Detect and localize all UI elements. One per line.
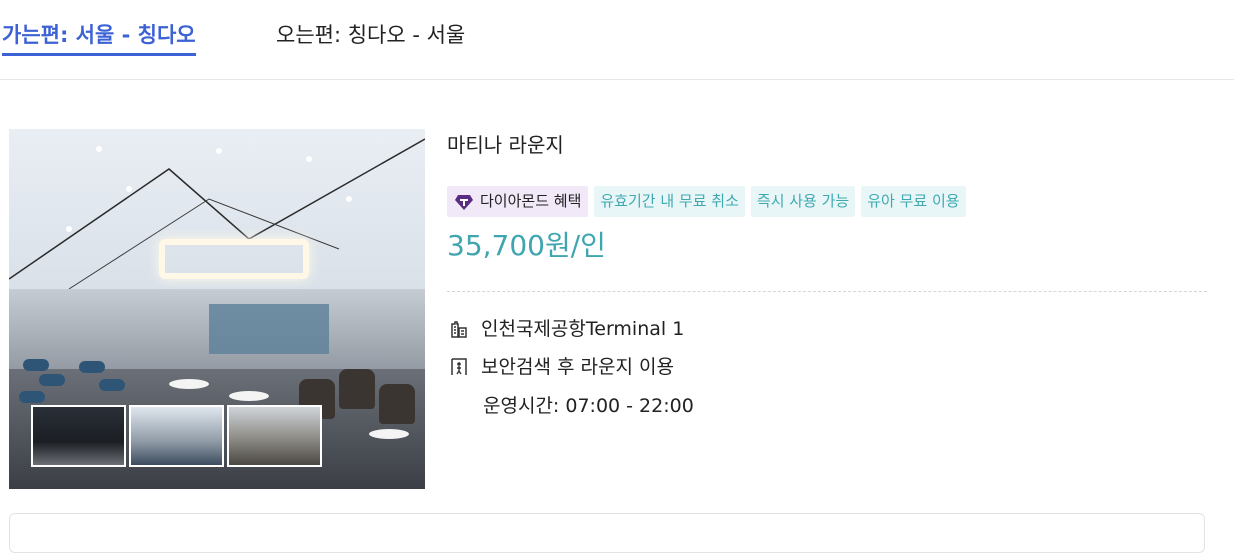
photo-ceiling-light — [159, 239, 309, 279]
lounge-photo[interactable] — [9, 129, 425, 489]
location-row: 인천국제공항Terminal 1 — [449, 316, 684, 342]
tag-instant-use: 즉시 사용 가능 — [750, 186, 856, 217]
divider — [447, 291, 1207, 292]
benefit-tags: 다이아몬드 혜택 유효기간 내 무료 취소 즉시 사용 가능 유아 무료 이용 — [447, 186, 966, 217]
tag-infant-free: 유아 무료 이용 — [861, 186, 966, 217]
hours-row: 운영시간: 07:00 - 22:00 — [483, 393, 694, 419]
access-text: 보안검색 후 라운지 이용 — [481, 356, 674, 378]
tag-label: 다이아몬드 혜택 — [480, 192, 582, 210]
security-gate-icon — [451, 358, 467, 375]
tag-free-cancel: 유효기간 내 무료 취소 — [594, 186, 745, 217]
photo-chair — [339, 369, 375, 409]
photo-seat — [23, 359, 49, 371]
hours-text: 운영시간: 07:00 - 22:00 — [483, 395, 694, 417]
photo-table — [169, 379, 209, 389]
photo-seat — [19, 391, 45, 403]
photo-window — [209, 304, 329, 354]
photo-thumbnail[interactable] — [129, 405, 224, 467]
photo-seat — [39, 374, 65, 386]
tag-diamond-benefit: 다이아몬드 혜택 — [447, 186, 589, 217]
photo-seat — [79, 361, 105, 373]
photo-seat — [99, 379, 125, 391]
price: 35,700원/인 — [447, 229, 606, 262]
photo-chair — [379, 384, 415, 424]
photo-table — [369, 429, 409, 439]
photo-thumbnail[interactable] — [227, 405, 322, 467]
next-card — [9, 513, 1205, 553]
tab-return[interactable]: 오는편: 칭다오 - 서울 — [276, 20, 465, 56]
access-row: 보안검색 후 라운지 이용 — [449, 354, 674, 380]
airport-building-icon — [451, 321, 467, 338]
lounge-name: 마티나 라운지 — [447, 133, 564, 157]
diamond-icon — [455, 194, 473, 210]
tab-outbound[interactable]: 가는편: 서울 - 칭다오 — [2, 20, 196, 56]
direction-tabs: 가는편: 서울 - 칭다오 오는편: 칭다오 - 서울 — [0, 0, 1234, 80]
photo-table — [229, 391, 269, 401]
location-text: 인천국제공항Terminal 1 — [481, 318, 685, 340]
photo-thumbnail[interactable] — [31, 405, 126, 467]
